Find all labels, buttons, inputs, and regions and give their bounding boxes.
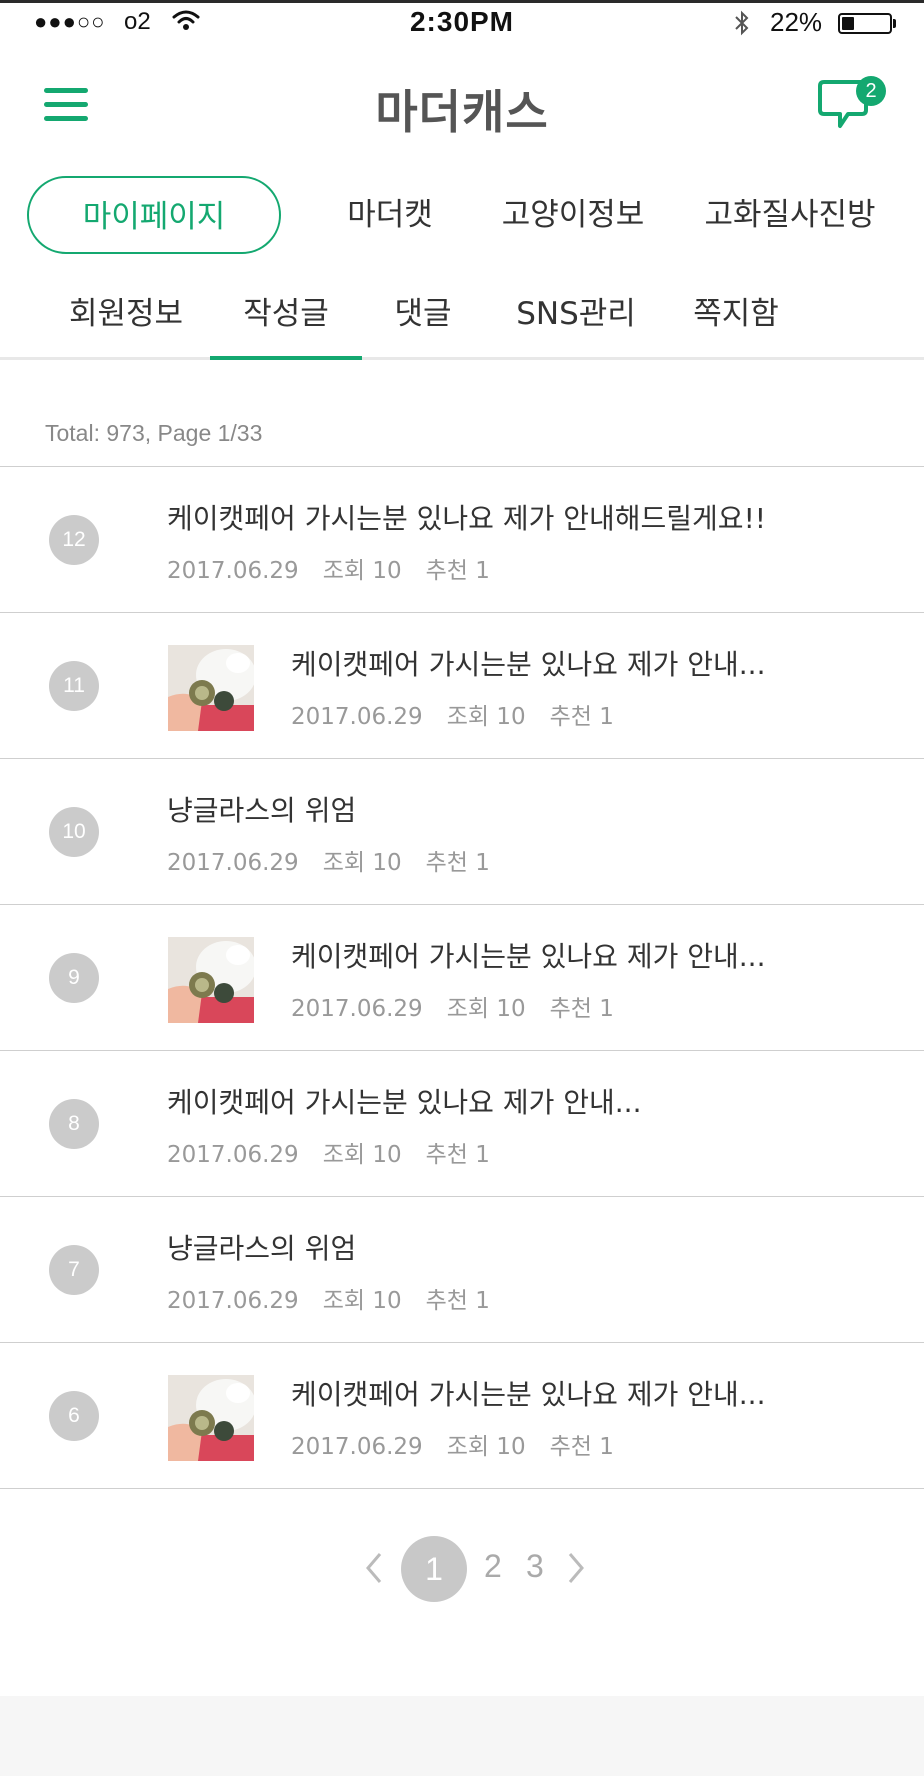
post-date: 2017.06.29 xyxy=(167,1288,299,1314)
post-meta: 2017.06.29 조회 10 추천 1 xyxy=(291,697,638,731)
app-logo: 마더캐스 xyxy=(375,85,549,139)
post-likes: 추천 1 xyxy=(425,850,490,876)
post-date: 2017.06.29 xyxy=(291,1434,423,1460)
post-date: 2017.06.29 xyxy=(167,1142,299,1168)
status-bar: ●●●○○ o2 2:30PM 22% xyxy=(0,3,924,41)
page-current[interactable]: 1 xyxy=(401,1536,467,1602)
post-row[interactable]: 8 케이캣페어 가시는분 있나요 제가 안내... 2017.06.29 조회 10 추… xyxy=(0,1051,924,1197)
post-likes: 추천 1 xyxy=(549,1434,614,1460)
notification-badge: 2 xyxy=(856,76,886,106)
post-views: 조회 10 xyxy=(322,1142,402,1168)
post-likes: 추천 1 xyxy=(425,558,490,584)
subtab-comments[interactable]: 댓글 xyxy=(390,288,456,360)
post-title[interactable]: 냥글라스의 위엄 xyxy=(167,789,356,829)
post-row[interactable]: 7 냥글라스의 위엄 2017.06.29 조회 10 추천 1 xyxy=(0,1197,924,1343)
total-count: Total: 973, Page 1/33 xyxy=(45,420,263,446)
post-views: 조회 10 xyxy=(446,996,526,1022)
post-row[interactable]: 6 케이캣페어 가시는분 있나요 제가 안내... 2017.06.29 조회 10 추… xyxy=(0,1343,924,1489)
post-row[interactable]: 12 케이캣페어 가시는분 있나요 제가 안내해드릴게요!! 2017.06.29 조… xyxy=(0,467,924,613)
post-meta: 2017.06.29 조회 10 추천 1 xyxy=(167,843,514,877)
post-list: 12 케이캣페어 가시는분 있나요 제가 안내해드릴게요!! 2017.06.29 조… xyxy=(0,466,924,1489)
subtab-sns[interactable]: SNS관리 xyxy=(508,288,644,360)
subtab-messages[interactable]: 쪽지함 xyxy=(690,288,782,360)
bluetooth-icon xyxy=(735,10,749,36)
post-title[interactable]: 케이캣페어 가시는분 있나요 제가 안내... xyxy=(167,1081,641,1121)
post-number-badge: 6 xyxy=(49,1391,99,1441)
post-row[interactable]: 11 케이캣페어 가시는분 있나요 제가 안내... 2017.06.29 조회 10… xyxy=(0,613,924,759)
post-likes: 추천 1 xyxy=(549,996,614,1022)
post-title[interactable]: 케이캣페어 가시는분 있나요 제가 안내해드릴게요!! xyxy=(167,497,766,537)
post-date: 2017.06.29 xyxy=(167,558,299,584)
post-views: 조회 10 xyxy=(446,704,526,730)
page-3[interactable]: 3 xyxy=(526,1548,544,1585)
post-meta: 2017.06.29 조회 10 추천 1 xyxy=(291,989,638,1023)
sub-tab-bar: 회원정보 작성글 댓글 SNS관리 쪽지함 xyxy=(0,262,924,360)
post-date: 2017.06.29 xyxy=(167,850,299,876)
post-title[interactable]: 케이캣페어 가시는분 있나요 제가 안내... xyxy=(291,935,765,975)
post-number-badge: 7 xyxy=(49,1245,99,1295)
post-views: 조회 10 xyxy=(446,1434,526,1460)
post-number-badge: 8 xyxy=(49,1099,99,1149)
page-2[interactable]: 2 xyxy=(484,1548,502,1585)
pagination: 1 2 3 xyxy=(0,1536,924,1602)
post-thumbnail xyxy=(168,937,254,1023)
subtab-member-info[interactable]: 회원정보 xyxy=(62,288,190,360)
post-thumbnail xyxy=(168,1375,254,1461)
battery-tip xyxy=(893,19,896,28)
post-number-badge: 9 xyxy=(49,953,99,1003)
chevron-left-icon[interactable] xyxy=(362,1550,386,1586)
footer-band xyxy=(0,1696,924,1776)
post-number-badge: 11 xyxy=(49,661,99,711)
battery-percent: 22% xyxy=(770,7,823,37)
post-title[interactable]: 케이캣페어 가시는분 있나요 제가 안내... xyxy=(291,643,765,683)
post-thumbnail xyxy=(168,645,254,731)
post-likes: 추천 1 xyxy=(549,704,614,730)
post-date: 2017.06.29 xyxy=(291,704,423,730)
tab-mothercat[interactable]: 마더캣 xyxy=(330,176,450,254)
chevron-right-icon[interactable] xyxy=(564,1550,588,1586)
post-likes: 추천 1 xyxy=(425,1288,490,1314)
post-likes: 추천 1 xyxy=(425,1142,490,1168)
post-views: 조회 10 xyxy=(322,558,402,584)
post-title[interactable]: 냥글라스의 위엄 xyxy=(167,1227,356,1267)
tab-hd-photos[interactable]: 고화질사진방 xyxy=(692,176,888,254)
post-date: 2017.06.29 xyxy=(291,996,423,1022)
post-views: 조회 10 xyxy=(322,850,402,876)
post-meta: 2017.06.29 조회 10 추천 1 xyxy=(167,1135,514,1169)
post-row[interactable]: 10 냥글라스의 위엄 2017.06.29 조회 10 추천 1 xyxy=(0,759,924,905)
post-row[interactable]: 9 케이캣페어 가시는분 있나요 제가 안내... 2017.06.29 조회 10 추… xyxy=(0,905,924,1051)
post-views: 조회 10 xyxy=(322,1288,402,1314)
tab-mypage[interactable]: 마이페이지 xyxy=(27,176,281,254)
post-number-badge: 12 xyxy=(49,515,99,565)
post-number-badge: 10 xyxy=(49,807,99,857)
post-meta: 2017.06.29 조회 10 추천 1 xyxy=(291,1427,638,1461)
battery-icon xyxy=(838,13,892,34)
subtab-my-posts[interactable]: 작성글 xyxy=(210,288,362,360)
post-meta: 2017.06.29 조회 10 추천 1 xyxy=(167,1281,514,1315)
post-title[interactable]: 케이캣페어 가시는분 있나요 제가 안내... xyxy=(291,1373,765,1413)
post-meta: 2017.06.29 조회 10 추천 1 xyxy=(167,551,514,585)
tab-cat-info[interactable]: 고양이정보 xyxy=(490,176,656,254)
